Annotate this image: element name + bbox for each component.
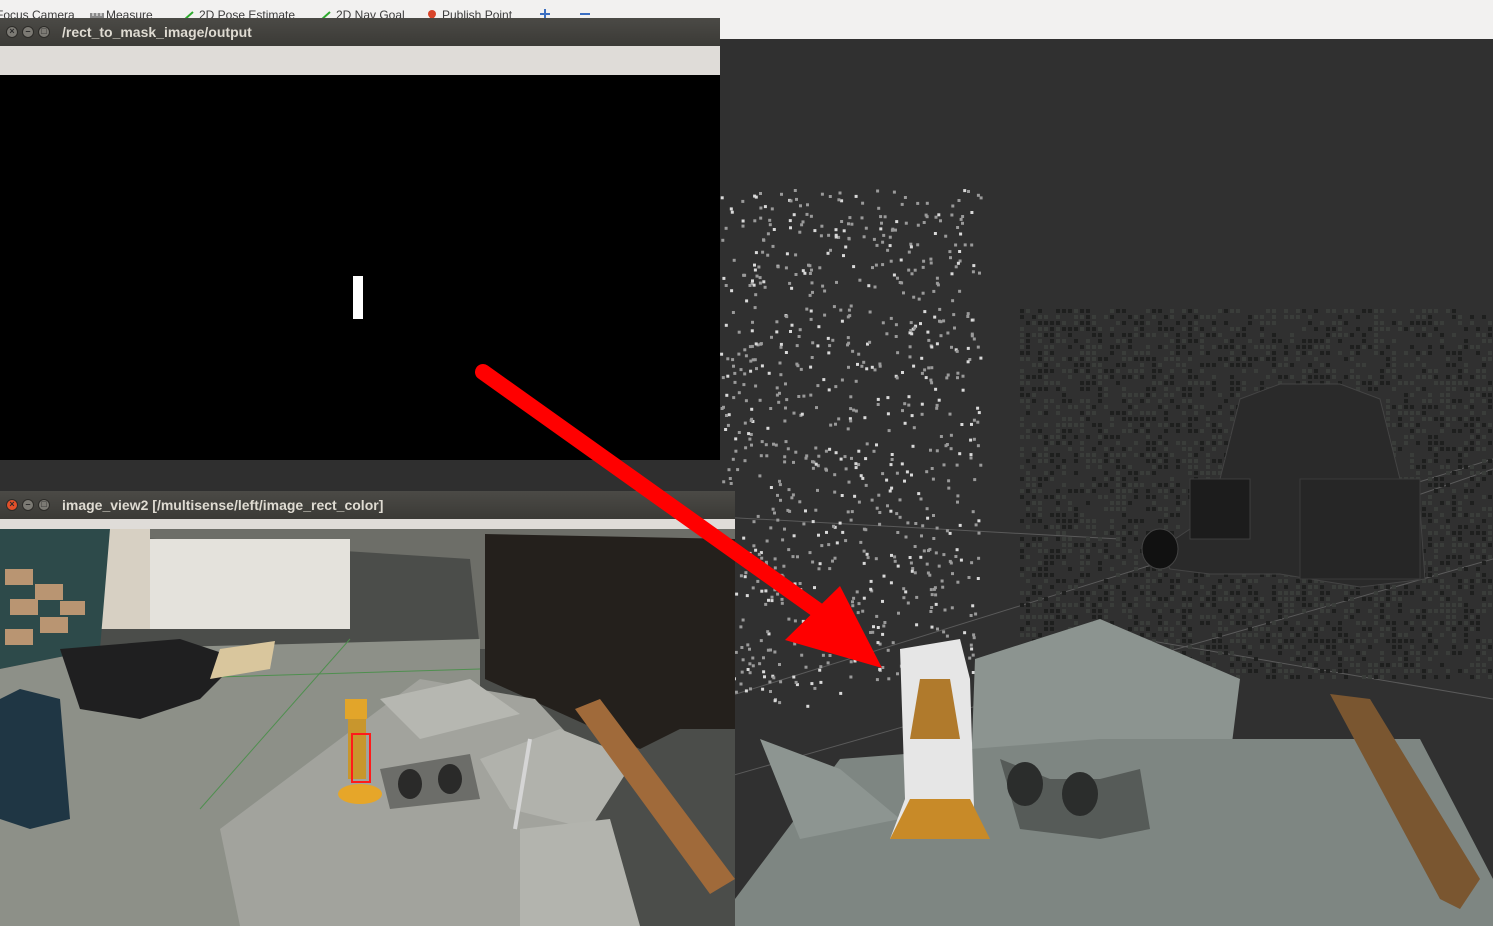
add-tool-button[interactable] — [540, 8, 552, 19]
minimize-icon[interactable]: – — [22, 26, 34, 38]
mask-image-canvas — [0, 75, 720, 460]
maximize-icon[interactable]: □ — [38, 26, 50, 38]
close-icon[interactable]: × — [6, 26, 18, 38]
camera-window-title: image_view2 [/multisense/left/image_rect… — [62, 497, 384, 513]
camera-image-window: × – □ image_view2 [/multisense/left/imag… — [0, 491, 735, 529]
point-cloud-render — [720, 189, 1493, 926]
minimize-icon[interactable]: – — [22, 499, 34, 511]
mask-window-titlebar[interactable]: × – □ /rect_to_mask_image/output — [0, 18, 720, 46]
plus-icon — [540, 8, 552, 19]
camera-image-canvas[interactable] — [0, 529, 735, 926]
maximize-icon[interactable]: □ — [38, 499, 50, 511]
minus-icon — [580, 8, 592, 18]
camera-scene — [0, 529, 735, 926]
remove-tool-button[interactable] — [580, 8, 592, 18]
rviz-3d-viewport[interactable] — [720, 39, 1493, 926]
mask-window-title: /rect_to_mask_image/output — [62, 24, 252, 40]
mask-rectangle — [353, 276, 363, 319]
close-icon[interactable]: × — [6, 499, 18, 511]
camera-window-titlebar[interactable]: × – □ image_view2 [/multisense/left/imag… — [0, 491, 735, 519]
